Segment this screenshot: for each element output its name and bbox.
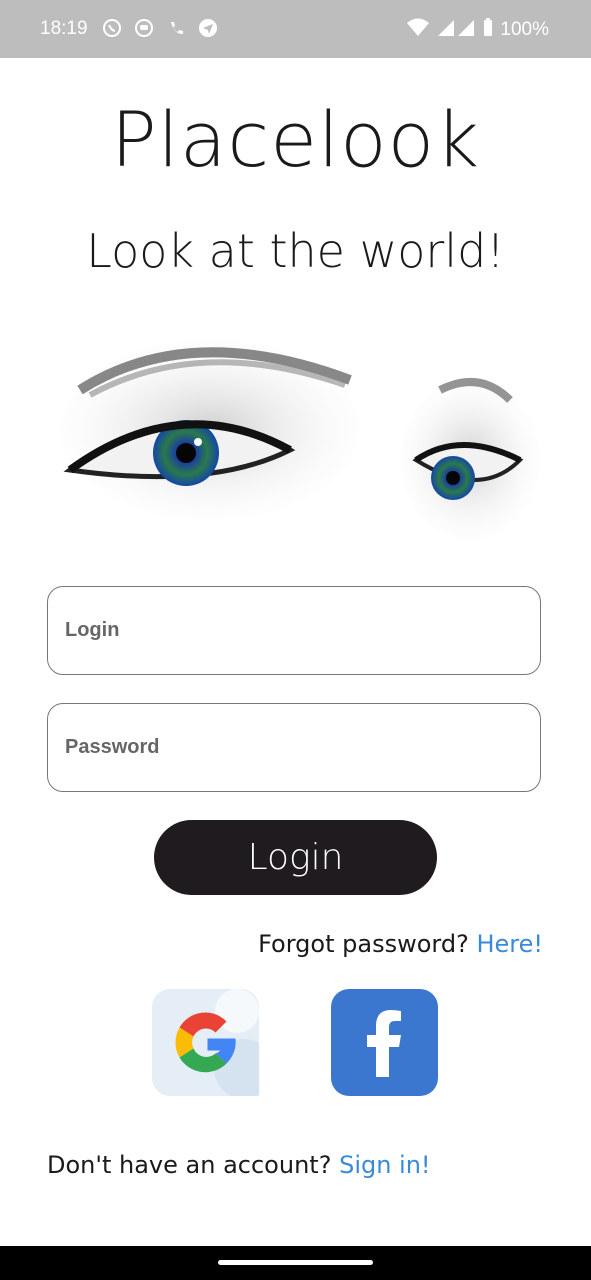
forgot-password-text: Forgot password?: [258, 930, 469, 958]
forgot-password: Forgot password? Here!: [258, 930, 543, 958]
login-field[interactable]: [47, 586, 541, 675]
google-icon: [175, 989, 274, 1099]
battery-percent: 100%: [500, 19, 549, 40]
signup-link[interactable]: Sign in!: [339, 1151, 430, 1179]
status-time: 18:19: [40, 18, 88, 39]
status-bar: 18:19 100%: [0, 0, 591, 58]
signal-icon: [436, 17, 476, 43]
forgot-password-link[interactable]: Here!: [476, 930, 543, 958]
viber-icon: [101, 17, 123, 39]
signup-text: Don't have an account?: [47, 1151, 332, 1179]
login-button[interactable]: Login: [154, 820, 437, 895]
facebook-login-button[interactable]: [331, 989, 438, 1096]
phone-icon: [165, 17, 187, 39]
eyes-illustration: [60, 330, 540, 540]
messenger-icon: [133, 17, 155, 39]
navigation-bar: [0, 1246, 591, 1280]
send-icon: [197, 17, 219, 39]
system-status: 100%: [406, 17, 549, 43]
facebook-icon: [367, 1010, 401, 1077]
wifi-icon: [406, 17, 430, 43]
app-subtitle: Look at the world!: [86, 224, 505, 278]
password-field[interactable]: [47, 703, 541, 792]
google-login-button[interactable]: [152, 989, 274, 1099]
home-gesture-handle[interactable]: [218, 1260, 373, 1265]
notification-icons: [101, 17, 219, 39]
battery-icon: [482, 17, 494, 43]
signup-prompt: Don't have an account? Sign in!: [47, 1151, 431, 1179]
login-input[interactable]: [48, 587, 540, 674]
app-title: Placelook: [110, 95, 481, 184]
password-input[interactable]: [48, 704, 540, 791]
